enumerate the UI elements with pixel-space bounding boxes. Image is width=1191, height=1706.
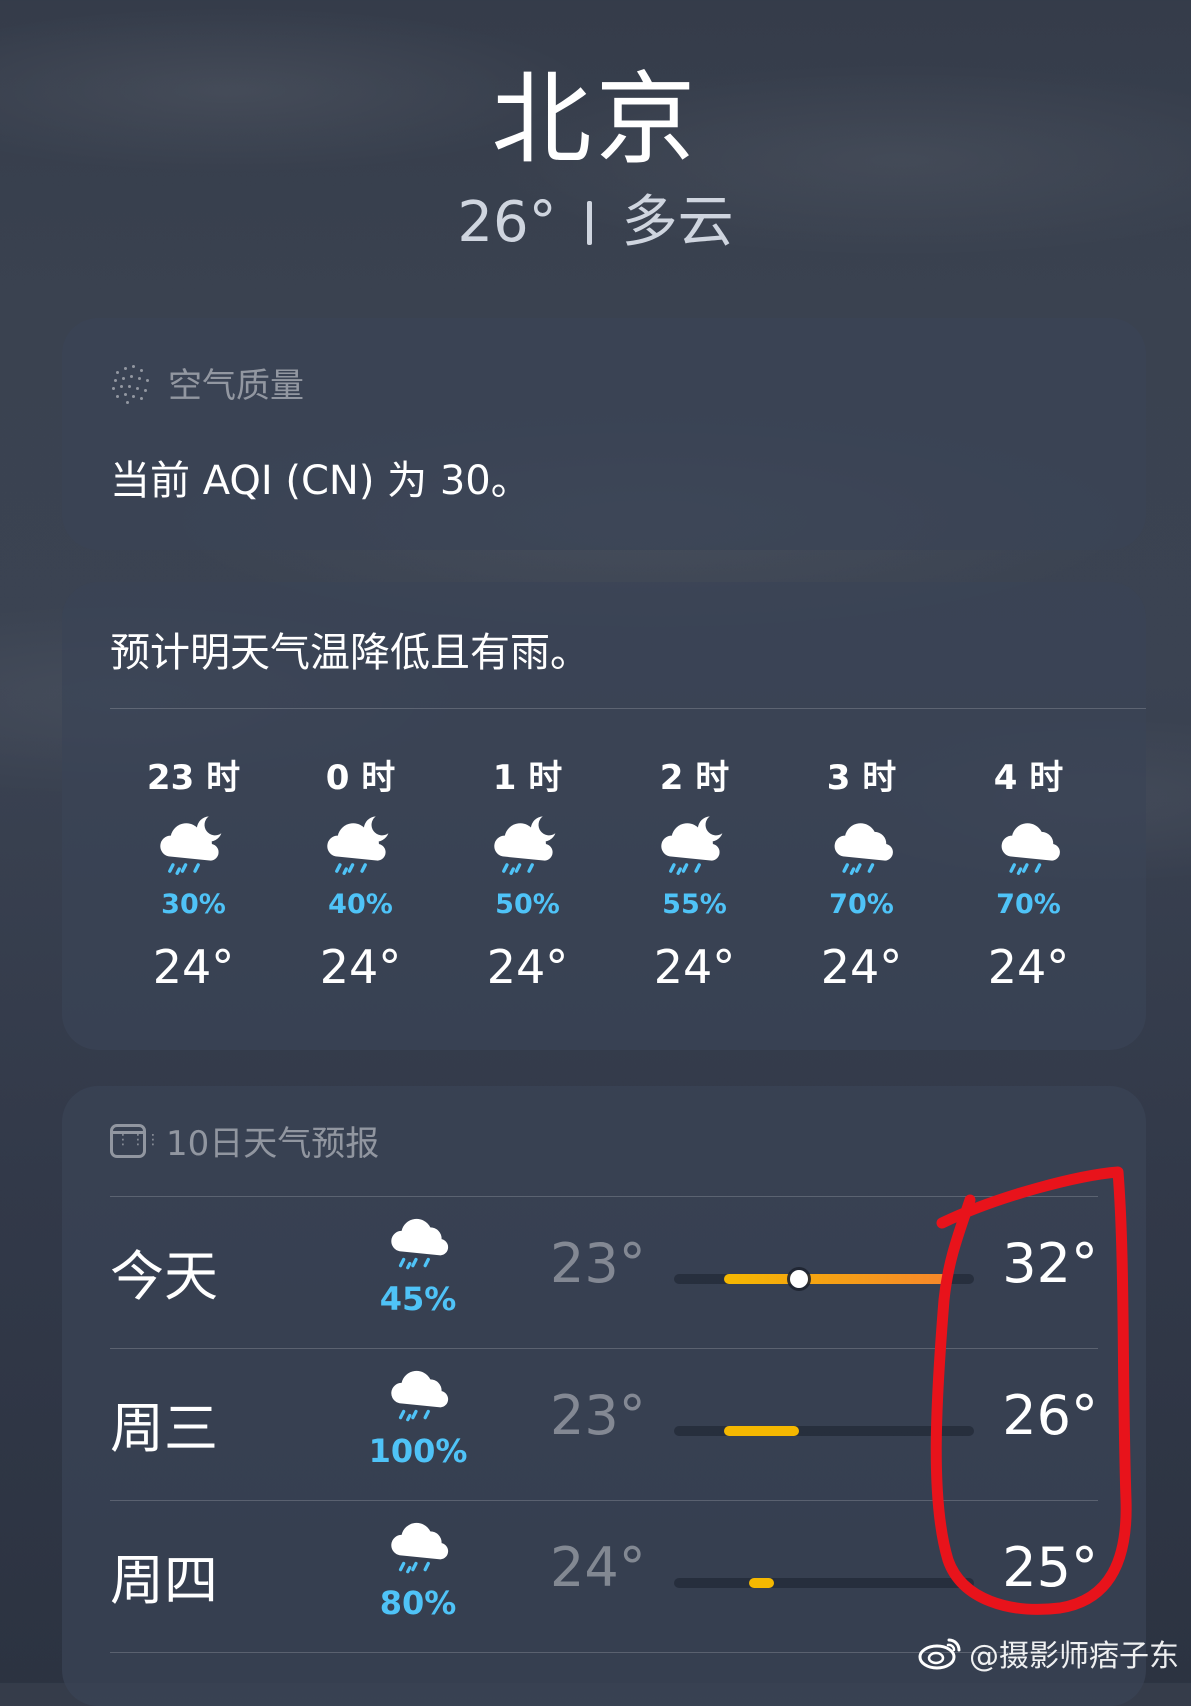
air-quality-label-row: 空气质量 xyxy=(110,358,304,407)
rain-cloud-icon xyxy=(379,1358,457,1436)
precip-probability: 30% xyxy=(161,889,226,920)
day-row[interactable]: 周三 100% 23° 26° xyxy=(110,1350,1098,1500)
divider xyxy=(110,708,1146,709)
air-quality-label: 空气质量 xyxy=(168,366,304,406)
low-temperature: 24° xyxy=(550,1536,646,1599)
day-weather: 45% xyxy=(358,1206,478,1318)
hour-item: 4 时 70% 24° xyxy=(945,750,1112,994)
divider xyxy=(110,1348,1098,1349)
hour-temperature: 24° xyxy=(653,940,736,994)
partly-cloudy-night-rain-icon xyxy=(611,810,778,890)
separator xyxy=(586,201,592,245)
hour-temperature: 24° xyxy=(152,940,235,994)
watermark-text: @摄影师痞子东 xyxy=(969,1639,1179,1674)
low-temperature: 23° xyxy=(550,1232,646,1295)
hour-time: 2 时 xyxy=(659,758,730,798)
current-temperature-dot xyxy=(790,1270,808,1288)
rain-cloud-icon xyxy=(379,1206,457,1284)
hour-item: 1 时 50% 24° xyxy=(444,750,611,994)
high-temperature: 25° xyxy=(1002,1536,1098,1599)
hourly-forecast-card[interactable]: 预计明天气温降低且有雨。 23 时 30% 24° 0 时 40% 24° 1 … xyxy=(62,582,1146,1050)
temperature-range-bar xyxy=(674,1426,974,1436)
ten-day-label-row: 10日天气预报 xyxy=(110,1116,379,1165)
hour-time: 4 时 xyxy=(993,758,1064,798)
hour-temperature: 24° xyxy=(319,940,402,994)
temperature-range-fill xyxy=(724,1426,799,1436)
temperature-range-bar xyxy=(674,1270,974,1288)
day-row[interactable]: 今天 45% 23° 32° xyxy=(110,1198,1098,1348)
hour-temperature: 24° xyxy=(820,940,903,994)
ten-day-label: 10日天气预报 xyxy=(166,1124,380,1164)
weibo-icon xyxy=(918,1638,961,1670)
temperature-range-bar xyxy=(674,1578,974,1588)
precip-probability: 100% xyxy=(368,1432,468,1471)
current-temperature: 26° xyxy=(457,190,557,255)
hour-time: 23 时 xyxy=(146,758,241,798)
hour-temperature: 24° xyxy=(987,940,1070,994)
watermark: @摄影师痞子东 xyxy=(917,1631,1179,1675)
rain-cloud-icon xyxy=(778,810,945,890)
partly-cloudy-night-rain-icon xyxy=(110,810,277,890)
hourly-list[interactable]: 23 时 30% 24° 0 时 40% 24° 1 时 50% 24° 2 时… xyxy=(110,750,1112,994)
current-condition: 多云 xyxy=(621,190,734,255)
day-weather: 100% xyxy=(358,1358,478,1470)
forecast-summary: 预计明天气温降低且有雨。 xyxy=(110,630,590,676)
hour-item: 2 时 55% 24° xyxy=(611,750,778,994)
divider xyxy=(110,1196,1098,1197)
air-quality-icon xyxy=(110,363,150,404)
divider xyxy=(110,1500,1098,1501)
hour-item: 0 时 40% 24° xyxy=(277,750,444,994)
day-name: 周三 xyxy=(110,1397,218,1460)
air-quality-card[interactable]: 空气质量 当前 AQI (CN) 为 30。 xyxy=(62,318,1146,550)
day-name: 周四 xyxy=(110,1549,218,1612)
temperature-range-fill xyxy=(724,1274,949,1284)
partly-cloudy-night-rain-icon xyxy=(444,810,611,890)
day-weather: 80% xyxy=(358,1510,478,1622)
low-temperature: 23° xyxy=(550,1384,646,1447)
high-temperature: 26° xyxy=(1002,1384,1098,1447)
precip-probability: 55% xyxy=(662,889,727,920)
day-row[interactable]: 周四 80% 24° 25° xyxy=(110,1502,1098,1652)
aqi-value-text: 当前 AQI (CN) 为 30。 xyxy=(110,458,531,504)
rain-cloud-icon xyxy=(945,810,1112,890)
temperature-range-fill xyxy=(749,1578,774,1588)
high-temperature: 32° xyxy=(1002,1232,1098,1295)
hour-temperature: 24° xyxy=(486,940,569,994)
partly-cloudy-night-rain-icon xyxy=(277,810,444,890)
hour-item: 3 时 70% 24° xyxy=(778,750,945,994)
calendar-icon xyxy=(110,1123,161,1158)
rain-cloud-icon xyxy=(379,1510,457,1588)
precip-probability: 70% xyxy=(996,889,1061,920)
current-conditions: 26° 多云 xyxy=(0,188,1191,258)
hour-time: 3 时 xyxy=(826,758,897,798)
precip-probability: 40% xyxy=(328,889,393,920)
day-name: 今天 xyxy=(110,1245,218,1308)
precip-probability: 45% xyxy=(379,1280,457,1319)
hour-item: 23 时 30% 24° xyxy=(110,750,277,994)
ten-day-forecast-card[interactable]: 10日天气预报 今天 45% 23° 32° 周三 xyxy=(62,1086,1146,1706)
location-header: 北京 26° 多云 xyxy=(0,60,1191,258)
hour-time: 1 时 xyxy=(492,758,563,798)
precip-probability: 70% xyxy=(829,889,894,920)
precip-probability: 80% xyxy=(379,1584,457,1623)
precip-probability: 50% xyxy=(495,889,560,920)
city-name: 北京 xyxy=(491,61,700,178)
hour-time: 0 时 xyxy=(325,758,396,798)
